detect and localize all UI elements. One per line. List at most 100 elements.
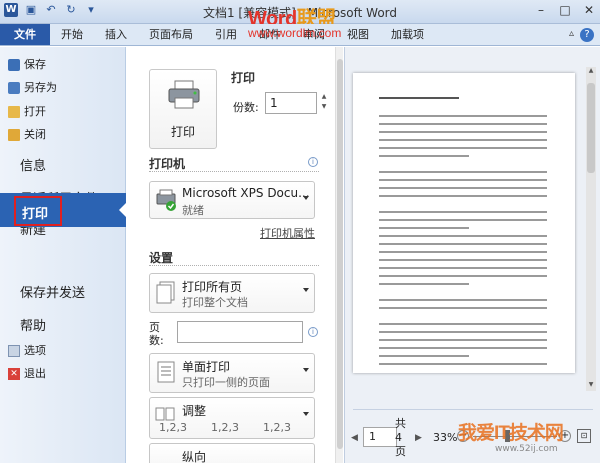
pages-label: 页数: <box>149 321 164 347</box>
preview-text-line <box>379 339 547 341</box>
nav-save-send[interactable]: 保存并发送 <box>20 282 85 301</box>
print-header: 打印 <box>231 71 256 85</box>
maximize-icon[interactable]: □ <box>558 3 572 17</box>
window-controls: – □ ✕ <box>534 3 596 17</box>
pages-icon <box>156 281 175 304</box>
chevron-down-icon <box>303 368 309 372</box>
preview-text-line <box>379 155 469 157</box>
nav-save-as[interactable]: 另存为 <box>8 78 57 98</box>
printer-icon <box>168 80 200 109</box>
print-preview-pane: ▲ ▼ ◀ 1 共 4 页 ▶ 33% − + ⊡ <box>344 47 600 463</box>
nav-options[interactable]: 选项 <box>8 341 46 361</box>
preview-scrollbar[interactable]: ▲ ▼ <box>586 67 596 391</box>
options-icon <box>8 345 20 357</box>
preview-text-line <box>379 283 469 285</box>
tab-home[interactable]: 开始 <box>50 24 94 45</box>
tab-references[interactable]: 引用 <box>204 24 248 45</box>
settings-section-title: 设置 <box>149 251 174 265</box>
preview-text-line <box>379 267 547 269</box>
tab-view[interactable]: 视图 <box>336 24 380 45</box>
preview-text-line <box>379 251 547 253</box>
preview-text-line <box>379 259 547 261</box>
print-range-dropdown[interactable]: 打印所有页 打印整个文档 <box>149 273 315 313</box>
bottom-watermark: 我爱IT技术网 <box>458 423 564 444</box>
scroll-up-icon[interactable]: ▲ <box>586 67 596 77</box>
pages-input[interactable] <box>177 321 303 343</box>
nav-close[interactable]: 关闭 <box>8 125 46 145</box>
preview-text-line <box>379 187 547 189</box>
scroll-thumb[interactable] <box>587 83 595 173</box>
info-icon[interactable]: i <box>308 157 318 167</box>
close-icon[interactable]: ✕ <box>582 3 596 17</box>
chevron-down-icon <box>303 288 309 292</box>
watermark-url: www.wordlm.com <box>248 26 342 40</box>
exit-icon: ✕ <box>8 368 20 380</box>
info-icon[interactable]: i <box>308 327 318 337</box>
nav-info[interactable]: 信息 <box>20 155 46 174</box>
preview-text-line <box>379 235 547 237</box>
preview-text-line <box>379 323 547 325</box>
printer-section-title: 打印机 <box>149 157 186 171</box>
orientation-dropdown[interactable]: 纵向 <box>149 443 315 463</box>
scroll-down-icon[interactable]: ▼ <box>586 381 596 391</box>
minimize-icon[interactable]: – <box>534 3 548 17</box>
preview-text-line <box>379 243 547 245</box>
settings-scrollbar[interactable] <box>335 47 343 463</box>
printer-properties-link[interactable]: 打印机属性 <box>260 225 315 241</box>
prev-page-icon[interactable]: ◀ <box>351 433 358 443</box>
zoom-level[interactable]: 33% <box>433 431 457 444</box>
preview-text-line <box>379 147 547 149</box>
help-icon[interactable]: ? <box>580 28 594 42</box>
printer-ready-icon <box>156 189 176 211</box>
page-total: 共 4 页 <box>395 417 406 458</box>
preview-page <box>353 73 575 373</box>
copies-spinner[interactable]: ▲ ▼ <box>319 92 329 114</box>
preview-text-line <box>379 219 547 221</box>
tab-page-layout[interactable]: 页面布局 <box>138 24 204 45</box>
nav-save[interactable]: 保存 <box>8 55 46 75</box>
nav-exit[interactable]: ✕ 退出 <box>8 364 46 384</box>
preview-text-line <box>379 299 547 301</box>
scroll-thumb[interactable] <box>337 59 343 449</box>
page-number-input[interactable]: 1 <box>363 427 397 447</box>
sides-dropdown[interactable]: 单面打印 只打印一侧的页面 <box>149 353 315 393</box>
printer-dropdown[interactable]: Microsoft XPS Docu... 就绪 <box>149 181 315 219</box>
preview-text-line <box>379 331 547 333</box>
one-sided-icon <box>157 361 175 383</box>
ribbon-minimize-icon[interactable]: ▵ <box>569 28 574 39</box>
preview-text-line <box>379 195 547 197</box>
print-settings-pane: 打印 打印 份数: 1 ▲ ▼ 打印机 i Microsoft XPS Docu.… <box>127 47 340 463</box>
folder-close-icon <box>8 129 20 141</box>
save-as-icon <box>8 82 20 94</box>
preview-text-line <box>379 97 459 99</box>
folder-open-icon <box>8 106 20 118</box>
preview-text-line <box>379 307 547 309</box>
preview-text-line <box>379 131 547 133</box>
preview-text-line <box>379 211 547 213</box>
save-icon <box>8 59 20 71</box>
preview-text-line <box>379 179 547 181</box>
tab-file[interactable]: 文件 <box>0 24 50 45</box>
chevron-down-icon <box>303 412 309 416</box>
preview-text-line <box>379 139 547 141</box>
bottom-watermark-url: www.52ij.com <box>495 444 558 454</box>
copies-input[interactable]: 1 <box>265 92 317 114</box>
tab-insert[interactable]: 插入 <box>94 24 138 45</box>
preview-text-line <box>379 347 547 349</box>
preview-text-line <box>379 355 469 357</box>
divider <box>149 265 319 266</box>
nav-help[interactable]: 帮助 <box>20 315 46 334</box>
print-button[interactable]: 打印 <box>149 69 217 149</box>
backstage-nav: 保存 另存为 打开 关闭 信息 最近所用文件 新建 保存并发送 帮助 选项 ✕ … <box>0 47 126 463</box>
divider <box>149 171 319 172</box>
preview-text-line <box>379 227 469 229</box>
collate-sequence: 1,2,3 1,2,3 1,2,3 <box>159 421 291 434</box>
preview-text-line <box>379 171 547 173</box>
preview-text-line <box>379 123 547 125</box>
nav-open[interactable]: 打开 <box>8 102 46 122</box>
chevron-down-icon <box>303 196 309 200</box>
next-page-icon[interactable]: ▶ <box>415 433 422 443</box>
selected-arrow <box>119 202 127 218</box>
tab-addins[interactable]: 加载项 <box>380 24 435 45</box>
fit-page-icon[interactable]: ⊡ <box>577 429 591 443</box>
